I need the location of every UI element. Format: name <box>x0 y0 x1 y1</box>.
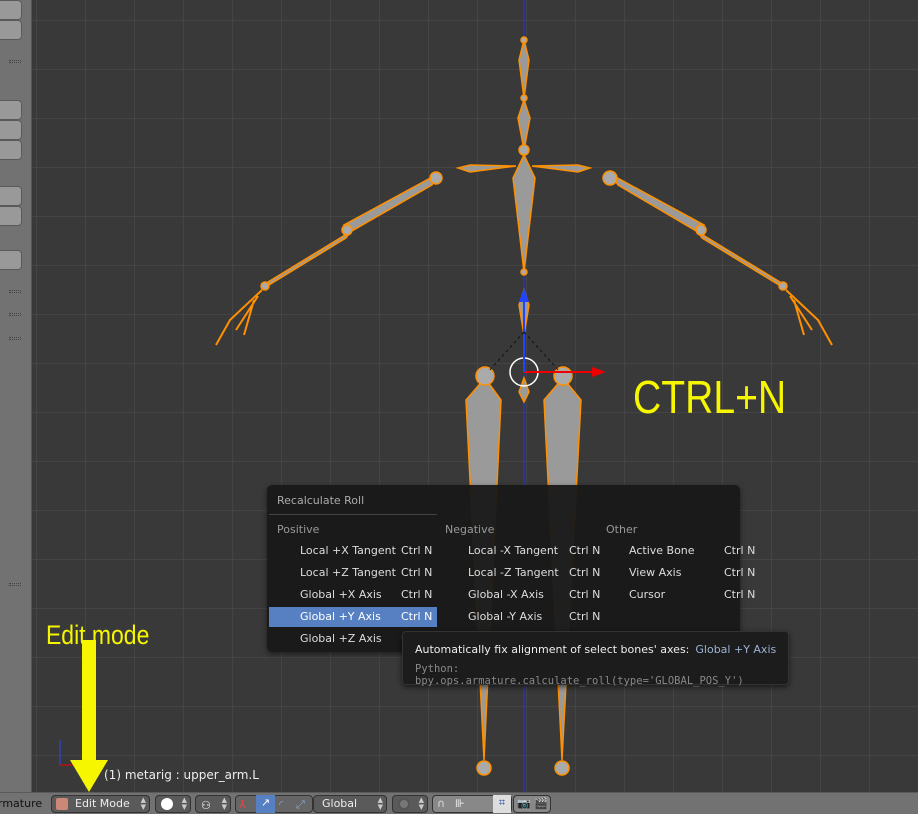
render-animation-icon[interactable]: 🎬 <box>534 796 548 812</box>
panel-grip[interactable] <box>9 337 21 340</box>
menu-item-label: Active Bone <box>629 544 695 557</box>
manipulator-toggle-icon[interactable]: ⅄ <box>239 797 246 813</box>
viewport-header: rmature Edit Mode ▲ ▼ ▲ ▼ ⚇ ▲ ▼ ⅄ ↗ ◜ ⤢ Globa… <box>0 792 918 814</box>
menu-item[interactable]: Global -X Axis Ctrl N <box>437 585 605 605</box>
menu-item-shortcut: Ctrl N <box>401 588 433 601</box>
menu-item[interactable]: Cursor Ctrl N <box>598 585 766 605</box>
menu-item[interactable]: Local +X Tangent Ctrl N <box>269 541 437 561</box>
menu-item-shortcut: Ctrl N <box>569 566 601 579</box>
solid-shading-icon <box>161 798 173 810</box>
tooltip-python: Python: bpy.ops.armature.calculate_roll(… <box>415 663 744 687</box>
menu-item-label: Global +X Axis <box>300 588 382 601</box>
menu-item-shortcut: Ctrl N <box>401 544 433 557</box>
menu-item[interactable]: Global -Y Axis Ctrl N <box>437 607 605 627</box>
render-group[interactable]: 📷 🎬 <box>513 795 551 813</box>
menu-item-label: Local +X Tangent <box>300 544 396 557</box>
menu-item-label: Global -Y Axis <box>468 610 543 623</box>
edit-mode-annotation: Edit mode <box>46 620 150 650</box>
pivot-selector[interactable]: ⚇ ▲ ▼ <box>195 795 231 813</box>
menu-item-label: Global +Y Axis <box>300 610 381 623</box>
menu-item-label: Local -Z Tangent <box>468 566 559 579</box>
manipulator-group[interactable]: ⅄ ↗ ◜ ⤢ <box>235 795 313 813</box>
tool-button[interactable] <box>0 120 22 140</box>
menu-item[interactable]: Local +Z Tangent Ctrl N <box>269 563 437 583</box>
magnet-icon[interactable]: ∩ <box>437 796 445 812</box>
recalculate-roll-menu: Recalculate Roll Positive Local +X Tangen… <box>267 485 755 652</box>
menu-item-shortcut: Ctrl N <box>569 610 601 623</box>
menu-item-shortcut: Ctrl N <box>724 588 756 601</box>
menu-item[interactable]: Global +X Axis Ctrl N <box>269 585 437 605</box>
translate-icon[interactable]: ↗ <box>256 795 275 813</box>
column-header-negative: Negative <box>445 523 495 536</box>
panel-grip[interactable] <box>9 290 21 293</box>
column-header-positive: Positive <box>277 523 320 536</box>
tool-button[interactable] <box>0 0 22 20</box>
render-image-icon[interactable]: 📷 <box>517 796 531 812</box>
menu-item-label: View Axis <box>629 566 682 579</box>
pivot-icon: ⚇ <box>201 799 211 812</box>
snap-element-icon[interactable]: ⊪ <box>455 796 465 812</box>
shortcut-annotation: CTRL+N <box>633 371 787 423</box>
rotate-icon[interactable]: ◜ <box>279 797 283 813</box>
tooltip: Automatically fix alignment of select bo… <box>402 631 789 687</box>
mode-selector[interactable]: Edit Mode ▲ ▼ <box>51 795 150 813</box>
tool-shelf <box>0 0 32 792</box>
orientation-selector[interactable]: Global ▲ ▼ <box>313 795 387 813</box>
tool-button[interactable] <box>0 20 22 40</box>
menu-item-label: Cursor <box>629 588 666 601</box>
tool-button[interactable] <box>0 140 22 160</box>
panel-grip[interactable] <box>9 60 21 63</box>
menu-item[interactable]: Global +Y Axis Ctrl N <box>269 607 437 627</box>
panel-grip[interactable] <box>9 583 21 586</box>
proportional-icon <box>398 798 410 810</box>
menu-item-label: Global -X Axis <box>468 588 544 601</box>
snap-grid-icon[interactable]: ⌗ <box>493 795 511 813</box>
menu-item-label: Global +Z Axis <box>300 632 382 645</box>
tool-button[interactable] <box>0 206 22 226</box>
panel-grip[interactable] <box>9 313 21 316</box>
snap-group[interactable]: ∩ ⊪ ⌗ <box>432 795 512 813</box>
menu-item-shortcut: Ctrl N <box>401 566 433 579</box>
arrow-annotation <box>70 640 108 792</box>
editor-label: rmature <box>0 797 43 810</box>
menu-item-label: Local +Z Tangent <box>300 566 396 579</box>
menu-item-shortcut: Ctrl N <box>724 544 756 557</box>
menu-item[interactable]: Local -Z Tangent Ctrl N <box>437 563 605 583</box>
shading-selector[interactable]: ▲ ▼ <box>155 795 191 813</box>
tooltip-description: Automatically fix alignment of select bo… <box>415 643 690 656</box>
tool-button[interactable] <box>0 250 22 270</box>
proportional-edit-selector[interactable]: ▲ ▼ <box>392 795 428 813</box>
viewport-info: (1) metarig : upper_arm.L <box>104 768 259 782</box>
menu-item[interactable]: Local -X Tangent Ctrl N <box>437 541 605 561</box>
menu-item[interactable]: Active Bone Ctrl N <box>598 541 766 561</box>
menu-item-shortcut: Ctrl N <box>569 588 601 601</box>
scale-icon[interactable]: ⤢ <box>296 797 305 813</box>
tooltip-value: Global +Y Axis <box>695 643 777 656</box>
tool-button[interactable] <box>0 186 22 206</box>
menu-item-label: Local -X Tangent <box>468 544 559 557</box>
menu-item-shortcut: Ctrl N <box>401 610 433 623</box>
menu-item[interactable]: View Axis Ctrl N <box>598 563 766 583</box>
column-header-other: Other <box>606 523 638 536</box>
menu-title: Recalculate Roll <box>277 494 365 507</box>
menu-item-shortcut: Ctrl N <box>724 566 756 579</box>
menu-item-shortcut: Ctrl N <box>569 544 601 557</box>
armature-icon <box>56 798 68 810</box>
tool-button[interactable] <box>0 100 22 120</box>
